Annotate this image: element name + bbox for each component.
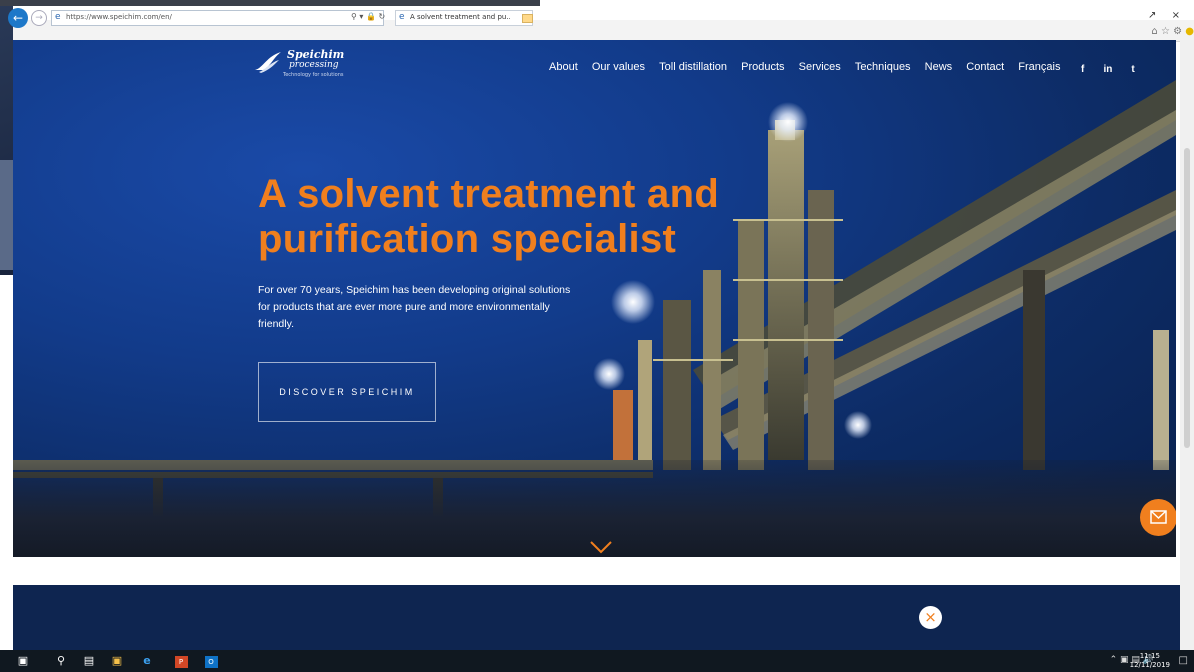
envelope-icon [1150,510,1167,524]
scroll-down-chevron-icon[interactable] [589,540,613,554]
feedback-smiley-icon[interactable]: ● [1185,26,1194,37]
nav-our-values[interactable]: Our values [592,61,645,73]
ie-page-icon: e [55,12,61,22]
social-links: f in t [1081,57,1149,76]
twitter-icon[interactable]: t [1131,64,1134,75]
task-view-icon[interactable]: ▤ [80,653,98,669]
nav-contact[interactable]: Contact [966,61,1004,73]
browser-tab[interactable]: e A solvent treatment and pu... × [395,10,533,26]
file-explorer-icon[interactable]: ▣ [108,653,126,669]
hero-section: Speichim processing Technology for solut… [13,40,1176,557]
settings-gear-icon[interactable]: ⚙ [1173,26,1182,37]
window-controls: ↗ × [1136,10,1180,21]
internet-explorer-icon[interactable]: e [138,653,156,669]
clock-date: 12/11/2019 [1129,661,1170,669]
tab-ie-icon: e [399,12,405,22]
nav-techniques[interactable]: Techniques [855,61,911,73]
taskbar-clock[interactable]: 11:15 12/11/2019 [1130,652,1170,670]
browser-toolbar: ← → e https://www.speichim.com/en/ ⚲ ▾ 🔒… [8,8,1194,42]
logo-tagline: Technology for solutions [283,72,344,78]
back-arrow-icon[interactable]: ← [8,8,28,28]
linkedin-icon[interactable]: in [1103,64,1112,75]
close-window-icon[interactable]: × [1172,10,1180,21]
close-icon[interactable]: × [919,606,942,629]
nav-about[interactable]: About [549,61,578,73]
address-bar[interactable]: e https://www.speichim.com/en/ [51,10,384,26]
nav-language[interactable]: Français [1018,61,1060,73]
start-icon[interactable]: ▣ [14,653,32,669]
restore-icon[interactable]: ↗ [1148,10,1156,21]
new-tab-button[interactable] [522,14,533,23]
search-icon[interactable]: ⚲ [52,653,70,669]
powerpoint-icon[interactable]: P [172,653,190,669]
outlook-icon[interactable]: O [202,653,220,669]
nav-products[interactable]: Products [741,61,784,73]
site-logo[interactable]: Speichim processing Technology for solut… [253,48,344,80]
screen: ← → e https://www.speichim.com/en/ ⚲ ▾ 🔒… [0,0,1194,672]
logo-subname: processing [289,60,339,70]
hero-headline: A solvent treatment and purification spe… [258,172,720,261]
section-spacer [13,557,1194,585]
main-nav: About Our values Toll distillation Produ… [549,55,1069,73]
page-scrollbar[interactable] [1180,40,1194,650]
address-tools[interactable]: ⚲ ▾ 🔒 ↻ [351,12,385,21]
discover-button[interactable]: DISCOVER SPEICHIM [258,362,436,422]
scrollbar-thumb[interactable] [1184,148,1190,448]
facebook-icon[interactable]: f [1081,64,1084,75]
speichim-logo-icon [255,52,281,73]
nav-news[interactable]: News [925,61,953,73]
background-window-edge [0,160,14,270]
browser-right-icons: ⌂ ☆ ⚙ ● [1151,26,1194,37]
nav-toll-distillation[interactable]: Toll distillation [659,61,727,73]
notifications-icon[interactable]: □ [1179,655,1188,666]
clock-time: 11:15 [1139,652,1160,660]
browser-window: ← → e https://www.speichim.com/en/ ⚲ ▾ 🔒… [8,6,1194,650]
hero-subtext: For over 70 years, Speichim has been dev… [258,284,571,330]
forward-arrow-icon[interactable]: → [31,10,47,26]
home-icon[interactable]: ⌂ [1151,26,1157,37]
windows-taskbar: ▣ ⚲ ▤ ▣ e P O ⌃ ▣ ▤ 🔊 11:15 12/11/2019 □ [0,650,1194,672]
next-section-banner [13,585,1194,650]
nav-services[interactable]: Services [799,61,841,73]
contact-mail-button[interactable] [1140,499,1176,536]
favorites-star-icon[interactable]: ☆ [1161,26,1170,37]
address-url: https://www.speichim.com/en/ [66,13,172,21]
tab-title: A solvent treatment and pu... [410,13,510,21]
